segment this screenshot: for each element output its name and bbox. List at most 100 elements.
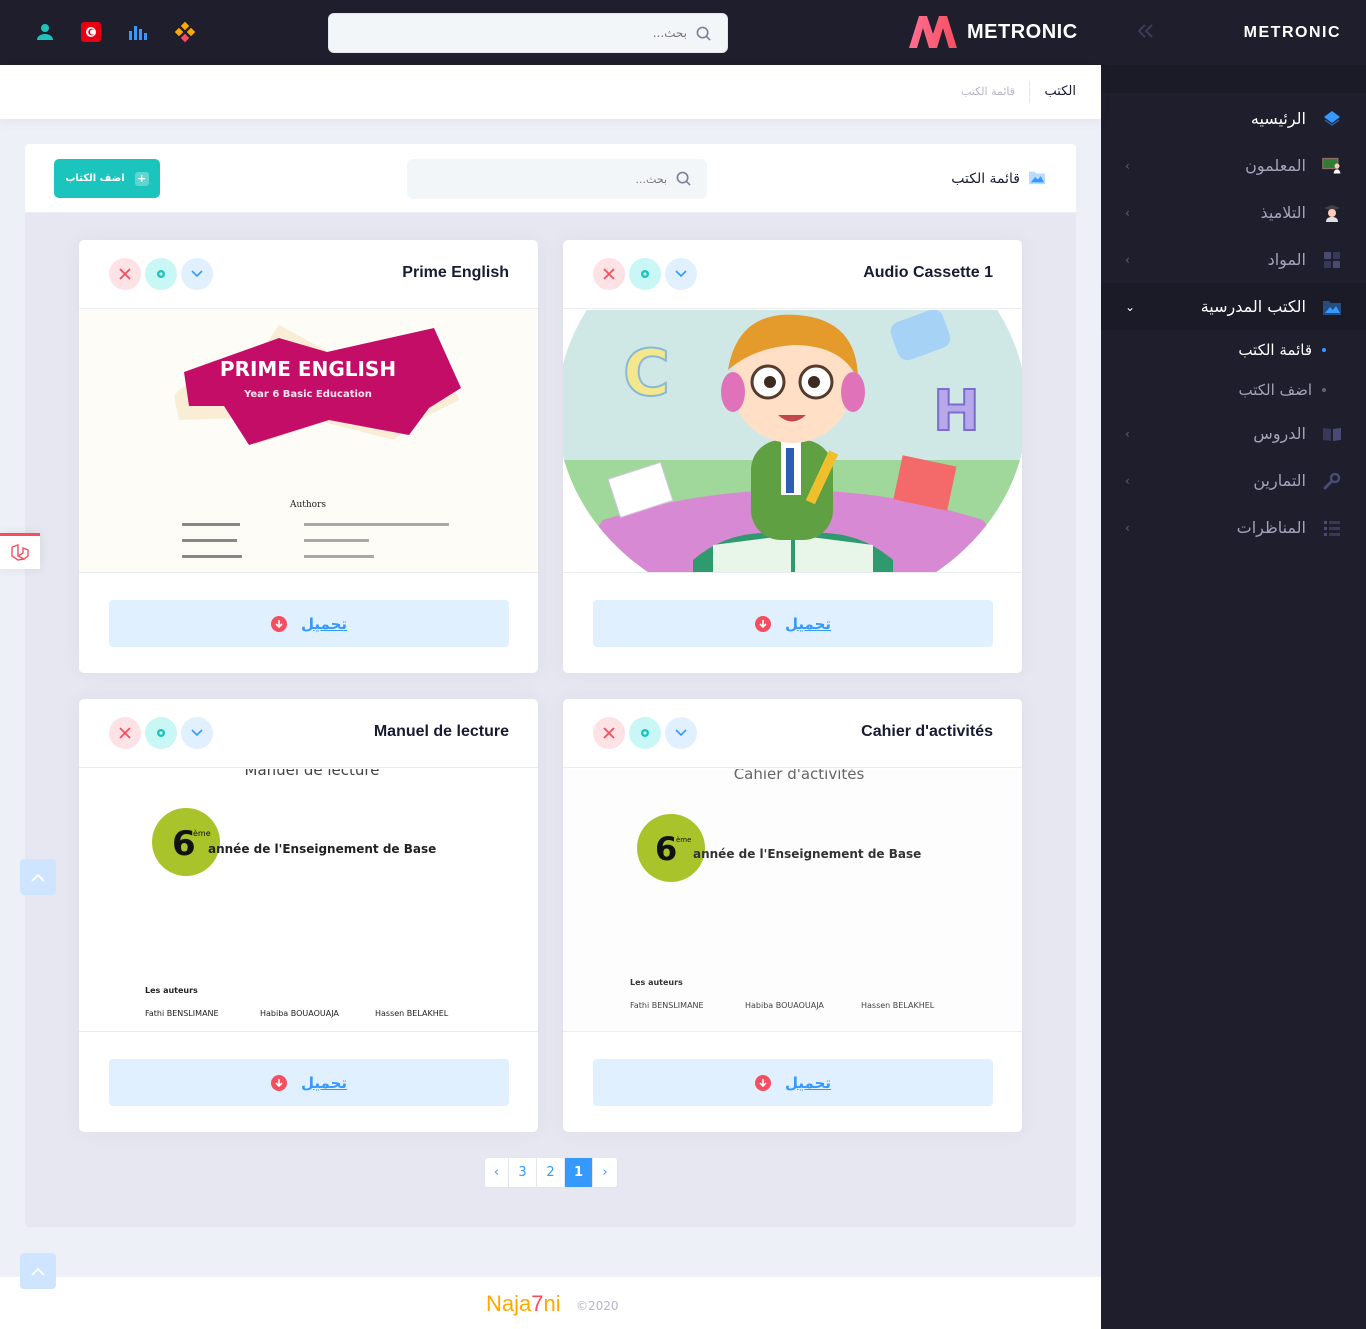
pagination-prev[interactable]: ‹ bbox=[485, 1158, 509, 1187]
book-cover: Cahier d'activités 6 ème année de l'Ense… bbox=[563, 769, 1022, 1032]
books-search-input[interactable] bbox=[407, 159, 707, 199]
sidebar-item-home[interactable]: الرئيسيه bbox=[1101, 95, 1366, 142]
cover-heading: PRIME ENGLISH bbox=[220, 357, 396, 381]
pagination-page-1[interactable]: 1 bbox=[565, 1158, 593, 1187]
sidebar-item-lessons[interactable]: ‹ الدروس bbox=[1101, 410, 1366, 457]
cover-grade-number: 6 bbox=[655, 830, 677, 868]
layers-icon bbox=[1322, 109, 1342, 129]
add-book-button[interactable]: + اضف الكتاب bbox=[54, 159, 160, 198]
settings-button[interactable] bbox=[629, 717, 661, 749]
apps-grid-icon[interactable] bbox=[171, 18, 199, 46]
book-cover: Manuel de lecture 6 ème année de l'Ensei… bbox=[79, 769, 538, 1032]
sidebar-item-label: التمارين bbox=[1253, 471, 1306, 490]
chevron-up-icon bbox=[31, 873, 45, 882]
footer-brand[interactable]: Naja7ni bbox=[486, 1291, 561, 1317]
flag-tunisia-icon[interactable] bbox=[77, 18, 105, 46]
sidebar-subitem-book-list[interactable]: قائمة الكتب bbox=[1101, 330, 1366, 370]
book-actions bbox=[593, 258, 697, 290]
chevron-left-icon: ‹ bbox=[1125, 426, 1130, 441]
settings-button[interactable] bbox=[145, 258, 177, 290]
sidebar-item-label: قائمة الكتب bbox=[1238, 341, 1312, 359]
gear-icon bbox=[157, 729, 165, 737]
cover-authors-label: Les auteurs bbox=[630, 978, 683, 987]
chart-bars-icon[interactable] bbox=[124, 18, 152, 46]
expand-button[interactable] bbox=[665, 258, 697, 290]
audio-cassette-cover-image: C H bbox=[563, 310, 1022, 572]
close-icon bbox=[603, 268, 615, 280]
pagination-next[interactable]: › bbox=[593, 1158, 617, 1187]
cover-author: Hassen BELAKHEL bbox=[375, 1009, 449, 1018]
chevron-left-icon: ‹ bbox=[1125, 252, 1130, 267]
settings-button[interactable] bbox=[145, 717, 177, 749]
arrow-down-circle-icon bbox=[271, 1074, 287, 1091]
sidebar-item-exercises[interactable]: ‹ التمارين bbox=[1101, 457, 1366, 504]
user-icon[interactable] bbox=[31, 18, 59, 46]
sidebar-item-teachers[interactable]: ‹ المعلمون bbox=[1101, 142, 1366, 189]
breadcrumb-separator bbox=[1029, 81, 1030, 103]
download-label: تحميل bbox=[785, 614, 832, 633]
settings-button[interactable] bbox=[629, 258, 661, 290]
book-card-header: Manuel de lecture bbox=[79, 699, 538, 768]
cover-authors-label: Authors bbox=[289, 500, 326, 510]
chevron-left-icon: ‹ bbox=[1125, 473, 1130, 488]
sidebar-item-students[interactable]: ‹ التلاميذ bbox=[1101, 189, 1366, 236]
expand-button[interactable] bbox=[181, 258, 213, 290]
subheader: الكتب قائمة الكتب bbox=[0, 65, 1101, 119]
teacher-icon bbox=[1322, 156, 1342, 176]
sidebar-subitem-add-books[interactable]: اضف الكتب bbox=[1101, 370, 1366, 410]
sidebar-item-subjects[interactable]: ‹ المواد bbox=[1101, 236, 1366, 283]
sidebar-item-school-books[interactable]: ⌄ الكتب المدرسية bbox=[1101, 283, 1366, 330]
book-card-header: Prime English bbox=[79, 240, 538, 309]
scroll-top-button[interactable] bbox=[20, 1253, 56, 1289]
chevron-left-icon: ‹ bbox=[1125, 158, 1130, 173]
book-card: Prime English PRIME ENGLISH Year 6 Basic… bbox=[79, 240, 538, 673]
cover-author: Fathi BENSLIMANE bbox=[630, 1001, 704, 1010]
cover-author: Habiba BOUAOUAJA bbox=[260, 1009, 339, 1018]
brand-logo[interactable]: METRONIC bbox=[907, 14, 1078, 50]
pagination-page-3[interactable]: 3 bbox=[509, 1158, 537, 1187]
book-card: Audio Cassette 1 C H تحميل bbox=[563, 240, 1022, 673]
pagination-page-2[interactable]: 2 bbox=[537, 1158, 565, 1187]
expand-button[interactable] bbox=[181, 717, 213, 749]
manuel-cover-image: Manuel de lecture 6 ème année de l'Ensei… bbox=[145, 769, 449, 1018]
sidebar-logo: METRONIC bbox=[1243, 23, 1341, 41]
arrow-down-circle-icon bbox=[755, 1074, 771, 1091]
download-button[interactable]: تحميل bbox=[109, 600, 509, 647]
top-search-input[interactable] bbox=[329, 14, 727, 52]
card-header: قائمة الكتب + اضف الكتاب bbox=[25, 144, 1076, 213]
book-title: Prime English bbox=[402, 264, 509, 281]
sidebar-item-contests[interactable]: ‹ المناظرات bbox=[1101, 504, 1366, 551]
delete-button[interactable] bbox=[109, 717, 141, 749]
download-button[interactable]: تحميل bbox=[593, 600, 993, 647]
expand-button[interactable] bbox=[665, 717, 697, 749]
cover-grade-suffix: ème bbox=[193, 828, 211, 838]
book-title: Cahier d'activités bbox=[861, 723, 993, 740]
search-icon bbox=[696, 26, 711, 45]
card-title: قائمة الكتب bbox=[951, 169, 1046, 189]
books-card: قائمة الكتب + اضف الكتاب Prime English bbox=[25, 144, 1076, 1227]
delete-button[interactable] bbox=[109, 258, 141, 290]
download-button[interactable]: تحميل bbox=[593, 1059, 993, 1106]
book-title: Audio Cassette 1 bbox=[863, 264, 993, 281]
page-title: الكتب bbox=[1044, 84, 1076, 99]
delete-button[interactable] bbox=[593, 258, 625, 290]
side-toolbar-button[interactable] bbox=[0, 533, 40, 569]
sidebar-item-label: اضف الكتب bbox=[1238, 381, 1312, 399]
delete-button[interactable] bbox=[593, 717, 625, 749]
metronic-logo-icon bbox=[909, 16, 957, 48]
sidebar-item-label: الكتب المدرسية bbox=[1200, 297, 1306, 316]
breadcrumb[interactable]: قائمة الكتب bbox=[961, 85, 1015, 98]
search-icon bbox=[676, 171, 691, 190]
scroll-top-button[interactable] bbox=[20, 859, 56, 895]
cahier-cover-image: Cahier d'activités 6 ème année de l'Ense… bbox=[630, 769, 935, 1010]
sidebar-item-label: الدروس bbox=[1253, 424, 1306, 443]
collapse-sidebar-icon[interactable] bbox=[1136, 23, 1156, 43]
bullet-icon bbox=[1322, 348, 1326, 352]
footer: Naja7ni ©2020 bbox=[0, 1277, 1101, 1329]
cover-top-text: Manuel de lecture bbox=[245, 769, 380, 779]
book-card: Cahier d'activités Cahier d'activités 6 … bbox=[563, 699, 1022, 1132]
book-card: Manuel de lecture Manuel de lecture 6 èm… bbox=[79, 699, 538, 1132]
laravel-icon bbox=[11, 543, 29, 561]
card-search bbox=[407, 159, 707, 199]
download-button[interactable]: تحميل bbox=[109, 1059, 509, 1106]
